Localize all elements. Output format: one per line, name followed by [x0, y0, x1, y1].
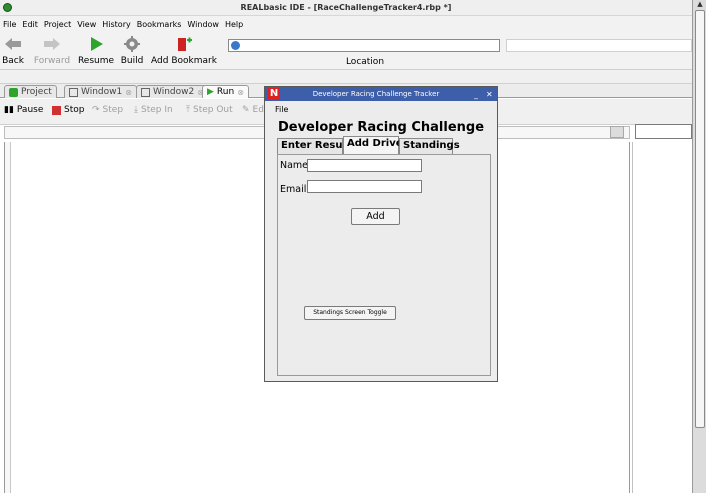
step-out-button[interactable]: ⤒ Step Out	[186, 105, 233, 115]
menu-view[interactable]: View	[77, 20, 96, 29]
scroll-up-icon[interactable]: ▲	[695, 0, 705, 9]
project-icon	[9, 87, 18, 97]
ide-title-bar: REALbasic IDE - [RaceChallengeTracker4.r…	[0, 0, 692, 16]
ide-window-title: REALbasic IDE - [RaceChallengeTracker4.r…	[240, 3, 452, 12]
step-in-icon: ⤓	[134, 105, 138, 115]
path-menu-button[interactable]	[610, 126, 624, 138]
step-icon: ↷	[92, 105, 100, 115]
step-in-button[interactable]: ⤓ Step In	[134, 105, 173, 115]
play-icon	[91, 37, 103, 51]
tab-enter-results[interactable]: Enter Results	[277, 138, 357, 154]
pause-icon: ▮▮	[4, 105, 14, 115]
close-icon[interactable]: ⊗	[237, 88, 244, 97]
tab-window2-label: Window2	[153, 87, 195, 97]
tab-window1[interactable]: Window1 ⊗	[64, 85, 137, 98]
add-bookmark-button[interactable]: Add Bookmark	[146, 32, 222, 70]
close-icon[interactable]: ✕	[486, 90, 493, 99]
window-icon	[69, 87, 78, 97]
menu-file[interactable]: File	[3, 20, 16, 29]
vertical-scrollbar[interactable]: ▲	[692, 0, 706, 493]
tab-add-driver[interactable]: Add Driver	[343, 136, 407, 154]
pause-label: Pause	[16, 105, 44, 115]
filter-field[interactable]	[635, 124, 692, 139]
location-label: Location	[345, 57, 385, 67]
menu-window[interactable]: Window	[187, 20, 219, 29]
side-panel	[632, 142, 692, 493]
resume-label: Resume	[77, 56, 115, 66]
stop-button[interactable]: Stop	[52, 105, 84, 115]
tab-window2[interactable]: Window2 ⊗	[136, 85, 209, 98]
tab-project[interactable]: Project	[4, 85, 57, 98]
tab-window1-label: Window1	[81, 87, 123, 97]
close-icon[interactable]: ⊗	[125, 88, 132, 97]
tab-run-label: Run	[216, 87, 235, 97]
scrollbar-thumb[interactable]	[695, 10, 705, 428]
step-out-label: Step Out	[192, 105, 233, 115]
menu-edit[interactable]: Edit	[22, 20, 38, 29]
location-input[interactable]	[228, 39, 500, 52]
step-in-label: Step In	[140, 105, 173, 115]
add-button[interactable]: Add	[351, 208, 400, 225]
blank-strip	[0, 70, 692, 84]
step-out-icon: ⤒	[186, 105, 190, 115]
step-button[interactable]: ↷ Step	[92, 105, 123, 115]
add-bookmark-label: Add Bookmark	[151, 56, 217, 66]
window-icon	[141, 87, 150, 97]
forward-button[interactable]: Forward	[30, 32, 74, 70]
menu-help[interactable]: Help	[225, 20, 243, 29]
minimize-icon[interactable]: _	[474, 90, 478, 99]
menu-project[interactable]: Project	[44, 20, 71, 29]
stop-label: Stop	[64, 105, 85, 115]
search-field[interactable]	[506, 39, 692, 52]
back-label: Back	[2, 56, 24, 66]
standings-screen-toggle-button[interactable]: Standings Screen Toggle	[304, 306, 396, 320]
step-label: Step	[102, 105, 124, 115]
forward-arrow-icon	[44, 38, 60, 50]
tab-project-label: Project	[21, 87, 52, 97]
forward-label: Forward	[33, 56, 71, 66]
editor-gutter	[5, 142, 11, 493]
app-logo-icon: N	[268, 88, 280, 100]
stop-icon	[52, 105, 61, 115]
name-label: Name	[280, 160, 309, 171]
name-field[interactable]	[307, 159, 422, 172]
build-label: Build	[120, 56, 144, 66]
menubar: File Edit Project View History Bookmarks…	[0, 16, 692, 32]
tab-standings[interactable]: Standings	[399, 138, 460, 154]
email-label: Email	[280, 184, 307, 195]
menu-history[interactable]: History	[102, 20, 130, 29]
back-arrow-icon	[5, 38, 21, 50]
app-window-title: Developer Racing Challenge Tracker	[312, 90, 440, 98]
build-button[interactable]: Build	[118, 32, 146, 70]
resume-button[interactable]: Resume	[76, 32, 116, 70]
globe-icon	[231, 41, 240, 50]
email-field[interactable]	[307, 180, 422, 193]
app-title-bar[interactable]: N Developer Racing Challenge Tracker _ ✕	[265, 87, 497, 101]
app-menu-file[interactable]: File	[275, 105, 288, 114]
add-driver-panel: Name Email Add Standings Screen Toggle	[277, 154, 491, 376]
pause-button[interactable]: ▮▮ Pause	[4, 105, 43, 115]
play-icon: ▶	[207, 87, 214, 97]
gear-icon	[124, 36, 140, 52]
tab-run[interactable]: ▶ Run ⊗	[202, 85, 249, 98]
app-heading: Developer Racing Challenge	[277, 120, 485, 135]
edit-label: Ed	[252, 105, 264, 115]
edit-button[interactable]: ✎ Ed	[242, 105, 264, 115]
edit-icon: ✎	[242, 105, 250, 115]
back-button[interactable]: Back	[0, 32, 26, 70]
app-window: N Developer Racing Challenge Tracker _ ✕…	[264, 86, 498, 382]
bookmark-icon	[178, 37, 192, 51]
menu-bookmarks[interactable]: Bookmarks	[137, 20, 182, 29]
